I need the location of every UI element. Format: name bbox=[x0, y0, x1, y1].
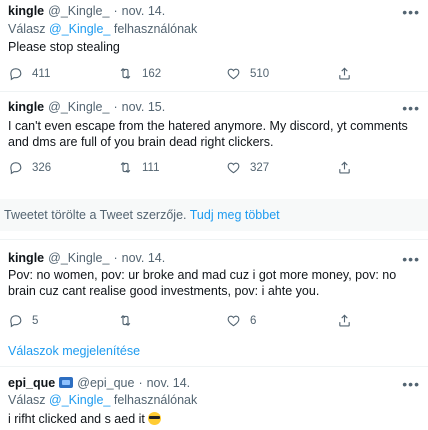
retweet-button[interactable]: 162 bbox=[118, 66, 161, 81]
like-count: 510 bbox=[250, 67, 270, 80]
tweet-text: i rifht clicked and s aed it bbox=[8, 412, 145, 426]
tweet-header: kingle @_Kingle_ · nov. 15. bbox=[8, 100, 165, 116]
reply-count: 5 bbox=[32, 314, 39, 327]
separator-dot: · bbox=[113, 100, 118, 114]
separator-dot: · bbox=[113, 251, 118, 265]
author-name[interactable]: epi_que bbox=[8, 376, 55, 390]
reply-count: 326 bbox=[32, 161, 52, 174]
more-icon[interactable]: ••• bbox=[402, 252, 420, 266]
like-icon bbox=[226, 66, 241, 81]
retweet-icon bbox=[118, 66, 133, 81]
tweet-text: Please stop stealing bbox=[8, 40, 120, 54]
share-icon bbox=[337, 313, 352, 328]
reply-prefix: Válasz bbox=[8, 393, 46, 407]
tweet[interactable]: kingle @_Kingle_ · nov. 15. ••• I can't … bbox=[0, 92, 428, 192]
deleted-tweet-banner: Tweetet törölte a Tweet szerzője. Tudj m… bbox=[0, 199, 428, 231]
share-icon bbox=[337, 160, 352, 175]
author-name[interactable]: kingle bbox=[8, 251, 44, 265]
share-button[interactable] bbox=[337, 66, 352, 81]
tweet-header: kingle @_Kingle_ · nov. 14. bbox=[8, 4, 165, 20]
tweet-text-container: i rifht clicked and s aed it bbox=[8, 410, 418, 427]
tweet-header: epi_que @epi_que · nov. 14. bbox=[8, 376, 190, 392]
retweet-icon bbox=[118, 313, 133, 328]
tweet-actions: 5 6 bbox=[0, 313, 428, 329]
retweet-count: 111 bbox=[142, 161, 160, 174]
author-handle[interactable]: @_Kingle_ bbox=[48, 4, 109, 18]
learn-more-link[interactable]: Tudj meg többet bbox=[190, 208, 280, 222]
tweet-date[interactable]: nov. 14. bbox=[147, 376, 191, 390]
like-count: 6 bbox=[250, 314, 257, 327]
more-icon[interactable]: ••• bbox=[402, 5, 420, 19]
share-button[interactable] bbox=[337, 160, 352, 175]
reply-context: Válasz @_Kingle_ felhasználónak bbox=[8, 393, 197, 407]
reply-mention-link[interactable]: @_Kingle_ bbox=[49, 22, 110, 36]
tweet-actions: 326 111 327 bbox=[0, 160, 428, 176]
reply-context: Válasz @_Kingle_ felhasználónak bbox=[8, 22, 197, 36]
reply-icon bbox=[8, 160, 23, 175]
tweet-text: I can't even escape from the hatered any… bbox=[8, 119, 408, 149]
share-button[interactable] bbox=[337, 313, 352, 328]
tweet-text: Pov: no women, pov: ur broke and mad cuz… bbox=[8, 268, 397, 298]
deleted-tweet-text: Tweetet törölte a Tweet szerzője. bbox=[4, 208, 187, 222]
author-name[interactable]: kingle bbox=[8, 4, 44, 18]
reply-button[interactable]: 326 bbox=[8, 160, 51, 175]
separator-dot: · bbox=[138, 376, 143, 390]
retweet-count: 162 bbox=[142, 67, 162, 80]
reply-button[interactable]: 411 bbox=[8, 66, 50, 81]
tv-emoji-icon bbox=[59, 377, 74, 388]
retweet-icon bbox=[118, 160, 133, 175]
author-handle[interactable]: @_Kingle_ bbox=[48, 251, 109, 265]
reply-suffix: felhasználónak bbox=[113, 22, 198, 36]
reply-icon bbox=[8, 66, 23, 81]
separator-dot: · bbox=[113, 4, 118, 18]
tweet-date[interactable]: nov. 14. bbox=[122, 4, 166, 18]
like-icon bbox=[226, 160, 241, 175]
reply-mention-link[interactable]: @_Kingle_ bbox=[49, 393, 110, 407]
tweet-actions: 411 162 510 bbox=[0, 66, 428, 82]
like-icon bbox=[226, 313, 241, 328]
tweet[interactable]: epi_que @epi_que · nov. 14. ••• Válasz @… bbox=[0, 367, 428, 430]
reply-button[interactable]: 5 bbox=[8, 313, 38, 328]
like-count: 327 bbox=[250, 161, 270, 174]
more-icon[interactable]: ••• bbox=[402, 377, 420, 391]
retweet-button[interactable]: 111 bbox=[118, 160, 159, 175]
like-button[interactable]: 510 bbox=[226, 66, 269, 81]
reply-count: 411 bbox=[32, 67, 51, 80]
tweet-date[interactable]: nov. 14. bbox=[122, 251, 166, 265]
retweet-button[interactable] bbox=[118, 313, 142, 328]
reply-prefix: Válasz bbox=[8, 22, 46, 36]
author-handle[interactable]: @epi_que bbox=[77, 376, 134, 390]
like-button[interactable]: 327 bbox=[226, 160, 269, 175]
author-name[interactable]: kingle bbox=[8, 100, 44, 114]
like-button[interactable]: 6 bbox=[226, 313, 256, 328]
more-icon[interactable]: ••• bbox=[402, 101, 420, 115]
tweet[interactable]: kingle @_Kingle_ · nov. 14. ••• Válasz @… bbox=[0, 0, 428, 92]
tweet[interactable]: kingle @_Kingle_ · nov. 14. ••• Pov: no … bbox=[0, 240, 428, 340]
share-icon bbox=[337, 66, 352, 81]
reply-suffix: felhasználónak bbox=[113, 393, 198, 407]
author-handle[interactable]: @_Kingle_ bbox=[48, 100, 109, 114]
reply-icon bbox=[8, 313, 23, 328]
sunglasses-emoji-icon bbox=[147, 412, 161, 425]
tweet-header: kingle @_Kingle_ · nov. 14. bbox=[8, 251, 165, 267]
tweet-date[interactable]: nov. 15. bbox=[122, 100, 166, 114]
show-replies-link[interactable]: Válaszok megjelenítése bbox=[8, 344, 140, 358]
